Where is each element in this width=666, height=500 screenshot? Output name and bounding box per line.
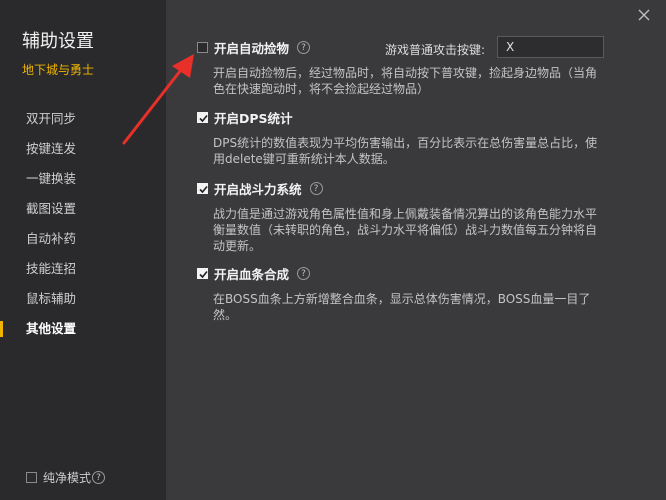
question-icon[interactable]: ?: [309, 181, 323, 195]
sidebar-item-screenshot[interactable]: 截图设置: [0, 194, 166, 224]
combat-power-desc: 战力值是通过游戏角色属性值和身上佩戴装备情况算出的该角色能力水平衡量数值（未转职…: [213, 207, 598, 253]
sidebar-item-quick-equip[interactable]: 一键换装: [0, 164, 166, 194]
auto-pickup-title[interactable]: 开启自动捡物: [214, 38, 289, 57]
hp-bar-merge-checkbox[interactable]: [197, 267, 208, 279]
sidebar-item-skill-combo[interactable]: 技能连招: [0, 254, 166, 284]
pure-mode-label: 纯净模式: [43, 471, 92, 485]
option-auto-pickup: 开启自动捡物 ? 开启自动捡物后，经过物品时，将自动按下普攻键，捡起身边物品（当…: [197, 38, 597, 96]
option-combat-power: 开启战斗力系统 ? 战力值是通过游戏角色属性值和身上佩戴装备情况算出的该角色能力…: [197, 179, 597, 253]
hp-bar-merge-title[interactable]: 开启血条合成: [214, 264, 289, 283]
combat-power-title[interactable]: 开启战斗力系统: [214, 179, 302, 198]
dps-stats-desc: DPS统计的数值表现为平均伤害输出，百分比表示在总伤害量总占比，使用delete…: [213, 136, 598, 166]
sidebar-item-auto-potion[interactable]: 自动补药: [0, 224, 166, 254]
question-icon[interactable]: ?: [297, 266, 311, 280]
sidebar-item-other-settings[interactable]: 其他设置: [0, 314, 166, 344]
question-icon[interactable]: ?: [92, 471, 106, 484]
attack-key-label: 游戏普通攻击按键:: [385, 43, 486, 57]
question-icon[interactable]: ?: [297, 40, 311, 54]
option-dps-stats: 开启DPS统计 DPS统计的数值表现为平均伤害输出，百分比表示在总伤害量总占比，…: [197, 108, 597, 166]
sidebar-item-mouse-assist[interactable]: 鼠标辅助: [0, 284, 166, 314]
close-icon[interactable]: [637, 7, 651, 21]
attack-key-input[interactable]: [497, 36, 604, 58]
pure-mode-checkbox[interactable]: [26, 472, 37, 483]
dps-stats-checkbox[interactable]: [197, 111, 208, 123]
app-title: 辅助设置: [22, 31, 94, 52]
hp-bar-merge-desc: 在BOSS血条上方新增整合血条，显示总体伤害情况，BOSS血量一目了然。: [213, 292, 591, 322]
red-arrow-annotation: [122, 54, 194, 145]
option-hp-bar-merge: 开启血条合成 ? 在BOSS血条上方新增整合血条，显示总体伤害情况，BOSS血量…: [197, 264, 590, 322]
dps-stats-title[interactable]: 开启DPS统计: [214, 108, 293, 127]
pure-mode-toggle[interactable]: 纯净模式 ?: [26, 469, 106, 486]
combat-power-checkbox[interactable]: [197, 182, 208, 194]
game-name: 地下城与勇士: [22, 63, 95, 77]
auto-pickup-desc: 开启自动捡物后，经过物品时，将自动按下普攻键，捡起身边物品（当角色在快速跑动时，…: [213, 66, 598, 96]
auto-pickup-checkbox[interactable]: [197, 41, 208, 53]
